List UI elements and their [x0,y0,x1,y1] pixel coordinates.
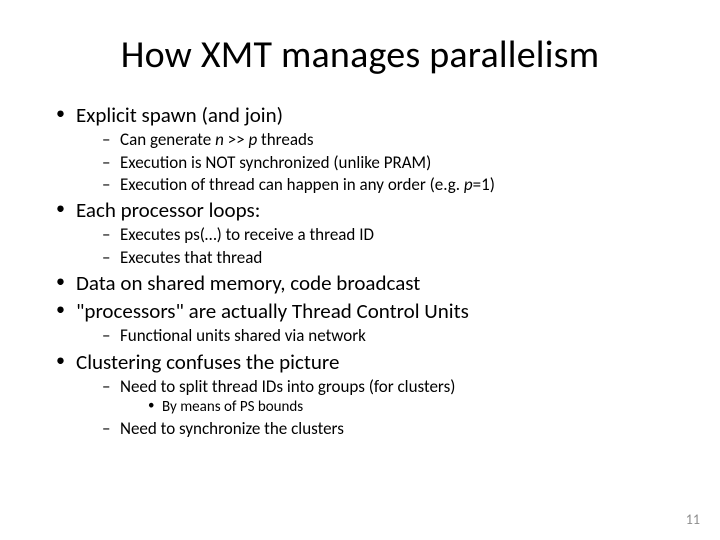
slide-title: How XMT manages parallelism [50,32,670,78]
text: Can generate [120,129,215,150]
slide: How XMT manages parallelism Explicit spa… [0,0,720,540]
subsub-ps-bounds: By means of PS bounds [142,398,670,417]
sublist: Executes ps(…) to receive a thread ID Ex… [96,224,670,268]
var-p: p [464,174,473,195]
text: Execution of thread can happen in any or… [120,174,464,195]
text: >> [224,129,249,150]
bullet-label: Data on shared memory, code broadcast [76,270,420,296]
bullet-clustering: Clustering confuses the picture Need to … [50,349,670,440]
bullet-shared-memory: Data on shared memory, code broadcast [50,270,670,296]
sublist: Can generate n >> p threads Execution is… [96,129,670,195]
sublist: Need to split thread IDs into groups (fo… [96,376,670,439]
sub-not-synchronized: Execution is NOT synchronized (unlike PR… [96,152,670,173]
subsublist: By means of PS bounds [142,398,670,417]
sub-any-order: Execution of thread can happen in any or… [96,174,670,195]
text: threads [257,129,313,150]
bullet-tcu: "processors" are actually Thread Control… [50,298,670,347]
sub-executes-ps: Executes ps(…) to receive a thread ID [96,224,670,245]
sub-executes-thread: Executes that thread [96,247,670,268]
bullet-list: Explicit spawn (and join) Can generate n… [50,102,670,439]
bullet-label: "processors" are actually Thread Control… [76,298,469,324]
text: Need to split thread IDs into groups (fo… [120,376,455,397]
text: =1) [473,174,495,195]
var-p: p [248,129,257,150]
page-number: 11 [686,511,700,528]
sublist: Functional units shared via network [96,325,670,346]
var-n: n [215,129,224,150]
sub-split-thread-ids: Need to split thread IDs into groups (fo… [96,376,670,417]
bullet-label: Explicit spawn (and join) [76,102,283,128]
bullet-label: Clustering confuses the picture [76,349,339,375]
sub-functional-units: Functional units shared via network [96,325,670,346]
bullet-each-processor: Each processor loops: Executes ps(…) to … [50,197,670,268]
sub-can-generate: Can generate n >> p threads [96,129,670,150]
sub-synchronize-clusters: Need to synchronize the clusters [96,418,670,439]
bullet-explicit-spawn: Explicit spawn (and join) Can generate n… [50,102,670,195]
bullet-label: Each processor loops: [76,197,260,223]
